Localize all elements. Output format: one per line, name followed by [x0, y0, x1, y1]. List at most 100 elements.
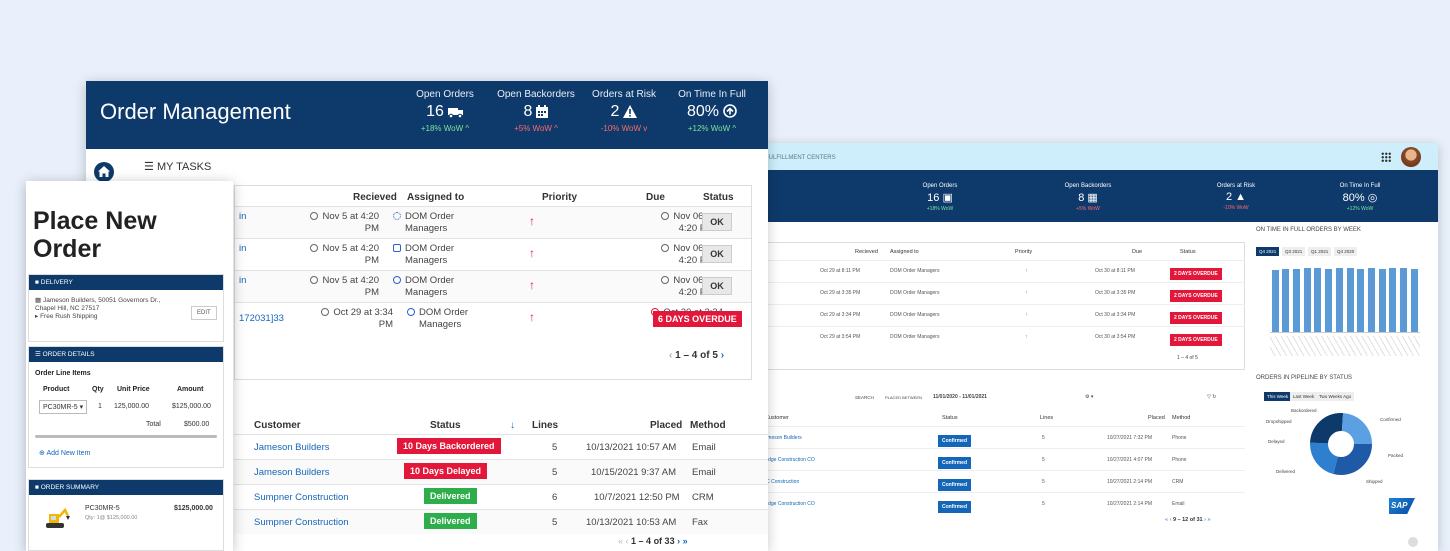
- breadcrumb[interactable]: FULFILLMENT CENTERS: [765, 155, 836, 161]
- customer-link[interactable]: Jameson Builders: [254, 467, 330, 478]
- edit-delivery-button[interactable]: EDIT: [191, 306, 217, 320]
- kpi-orders-at-risk[interactable]: Orders at Risk 2 -10% WoW v: [579, 89, 669, 133]
- kpi-on-time-in-full[interactable]: On Time In Full 80% ◎ +12% WoW: [1300, 183, 1420, 212]
- kpi-orders-at-risk[interactable]: Orders at Risk 2 ▲ -10% WoW: [1176, 183, 1296, 211]
- tab-this-week[interactable]: This Week: [1264, 392, 1292, 401]
- chart-bar[interactable]: [1389, 267, 1397, 332]
- chart-bar[interactable]: [1303, 267, 1311, 332]
- task-link[interactable]: in: [239, 211, 246, 223]
- qty-field[interactable]: 1: [98, 403, 102, 410]
- table-row[interactable]: Oct 29 at 3:34 PM DOM Order Managers ↑ Oct…: [740, 304, 1245, 324]
- table-row[interactable]: 172031]33 Oct 29 at 3:34 PM DOM Order Mana…: [235, 302, 751, 334]
- scroll-up-icon[interactable]: [1408, 537, 1418, 547]
- bar-chart: [1270, 263, 1420, 333]
- kpi-bar: Open Orders 16 ▣ +18% WoW Open Backorder…: [740, 170, 1438, 222]
- pipeline-title: ORDERS IN PIPELINE BY STATUS: [1256, 375, 1353, 381]
- status-badge: OK: [702, 245, 732, 263]
- priority-high-icon: ↑: [529, 310, 535, 324]
- status-badge: 6 DAYS OVERDUE: [653, 311, 742, 327]
- avatar[interactable]: [1401, 147, 1421, 167]
- task-link[interactable]: in: [239, 243, 246, 255]
- kpi-on-time-in-full[interactable]: On Time In Full 80% +12% WoW ^: [667, 89, 757, 133]
- kpi-open-orders[interactable]: Open Orders 16 +18% WoW ^: [400, 89, 490, 133]
- horizontal-scrollbar[interactable]: [35, 435, 217, 438]
- chart-bar[interactable]: [1410, 269, 1418, 332]
- kpi-open-backorders[interactable]: Open Backorders 8 +5% WoW ^: [491, 89, 581, 133]
- kpi-open-backorders[interactable]: Open Backorders 8 ▦ +5% WoW: [1028, 183, 1148, 212]
- clock-arrow-icon: ◎: [1367, 192, 1378, 204]
- tab-two-weeks-ago[interactable]: Two Weeks Ago: [1316, 392, 1355, 401]
- customer-link[interactable]: Sumpner Construction: [254, 492, 349, 503]
- table-row[interactable]: in Nov 5 at 4:20 PM DOM Order Managers ↑ N…: [235, 206, 751, 238]
- add-item-link[interactable]: ⊕ Add New Item: [39, 449, 90, 457]
- status-badge: 2 DAYS OVERDUE: [1170, 334, 1222, 346]
- status-badge: OK: [702, 213, 732, 231]
- tab-q4-2021[interactable]: Q4 2021: [1256, 247, 1280, 256]
- chart-bar[interactable]: [1367, 268, 1375, 332]
- product-select[interactable]: PC30MR-5 ▾: [39, 400, 88, 414]
- chart-bar[interactable]: [1378, 269, 1386, 332]
- chart-bar[interactable]: [1346, 267, 1354, 332]
- table-row[interactable]: in Nov 5 at 4:20 PM DOM Order Managers ↑ N…: [235, 270, 751, 302]
- table-row[interactable]: Bridge Construction CO Confirmed 5 10/27/…: [740, 492, 1245, 514]
- pager[interactable]: 1 – 4 of 5: [1177, 355, 1198, 361]
- kpi-open-orders[interactable]: Open Orders 16 ▣ +18% WoW: [880, 183, 1000, 212]
- my-tasks-header[interactable]: ☰ MY TASKS: [144, 160, 211, 173]
- table-row[interactable]: Jameson Builders 10 Days Delayed 5 10/15…: [234, 459, 768, 484]
- status-badge: 2 DAYS OVERDUE: [1170, 290, 1222, 302]
- truck-icon: ■: [35, 279, 39, 286]
- pagination[interactable]: ‹ 1 – 4 of 5 ›: [669, 350, 724, 361]
- home-button[interactable]: [94, 162, 114, 182]
- chart-bar[interactable]: [1282, 269, 1290, 332]
- table-row[interactable]: Sumpner Construction Delivered 5 10/13/2…: [234, 509, 768, 534]
- status-badge: Confirmed: [938, 457, 971, 469]
- apps-grid-icon[interactable]: [1381, 152, 1391, 162]
- first-page-icon: «: [618, 536, 624, 546]
- tab-q1-2021[interactable]: Q1 2021: [1308, 247, 1332, 256]
- x-axis-labels: [1270, 336, 1420, 356]
- table-row[interactable]: Sumpner Construction Delivered 6 10/7/20…: [234, 484, 768, 509]
- table-row[interactable]: Bridge Construction CO Confirmed 5 10/27/…: [740, 448, 1245, 470]
- tab-q3-2021[interactable]: Q3 2021: [1282, 247, 1306, 256]
- table-row[interactable]: Oct 29 at 3:35 PM DOM Order Managers ↑ Oct…: [740, 282, 1245, 302]
- customer-link[interactable]: Jameson Builders: [254, 442, 330, 453]
- chart-bar[interactable]: [1271, 270, 1279, 332]
- chart-bar[interactable]: [1325, 269, 1333, 332]
- status-badge: Delivered: [424, 488, 477, 504]
- task-link[interactable]: in: [239, 275, 246, 287]
- clock-icon: [310, 244, 319, 252]
- status-badge: Confirmed: [938, 501, 971, 513]
- next-page-icon: ›: [720, 350, 725, 361]
- donut-chart: [1310, 413, 1372, 475]
- table-row[interactable]: Oct 29 at 3:54 PM DOM Order Managers ↑ Oct…: [740, 326, 1245, 346]
- panel-title: Place New Order: [33, 207, 157, 263]
- table-row[interactable]: Jameson Builders Confirmed 5 10/27/2021 7…: [740, 426, 1245, 448]
- clock-icon: [661, 212, 670, 220]
- pagination[interactable]: « ‹ 1 – 4 of 33 › »: [618, 536, 688, 546]
- tab-last-week[interactable]: Last Week: [1290, 392, 1318, 401]
- tasks-table-back: Recieved Assigned to Priority Due Status…: [740, 242, 1245, 370]
- chart-bar[interactable]: [1292, 269, 1300, 332]
- order-details-section: ☰ ORDER DETAILS Order Line Items Product…: [28, 346, 224, 468]
- place-order-panel: Place New Order ■ DELIVERY ▦ Jameson Buil…: [26, 181, 233, 551]
- truck-icon: [447, 108, 463, 119]
- task-link[interactable]: 172031]33: [239, 313, 284, 325]
- chart-bar[interactable]: [1314, 268, 1322, 332]
- chart-bar[interactable]: [1335, 268, 1343, 332]
- top-bar: FULFILLMENT CENTERS: [740, 143, 1438, 170]
- table-row[interactable]: MC Construction Confirmed 5 10/27/2021 2:…: [740, 470, 1245, 492]
- table-row[interactable]: Oct 29 at 8:11 PM DOM Order Managers ↑ Oct…: [740, 260, 1245, 280]
- clock-arrow-icon: [723, 104, 737, 118]
- pager[interactable]: « ‹ 9 – 12 of 31 › »: [1165, 517, 1211, 523]
- chart-bar[interactable]: [1400, 268, 1408, 332]
- sort-down-icon[interactable]: ↓: [510, 420, 515, 431]
- otif-chart-card: ON TIME IN FULL ORDERS BY WEEK Q4 2021 Q…: [1256, 223, 1422, 371]
- cart-icon: ■: [35, 484, 39, 491]
- tab-q4-2020[interactable]: Q4 2020: [1334, 247, 1358, 256]
- pipeline-card: ORDERS IN PIPELINE BY STATUS This Week L…: [1256, 375, 1422, 551]
- customer-link[interactable]: Sumpner Construction: [254, 517, 349, 528]
- chart-bar[interactable]: [1357, 269, 1365, 332]
- table-row[interactable]: Jameson Builders 10 Days Backordered 5 1…: [234, 434, 768, 459]
- table-row[interactable]: in Nov 5 at 4:20 PM DOM Order Managers ↑ N…: [235, 238, 751, 270]
- assignee-icon: [393, 212, 401, 220]
